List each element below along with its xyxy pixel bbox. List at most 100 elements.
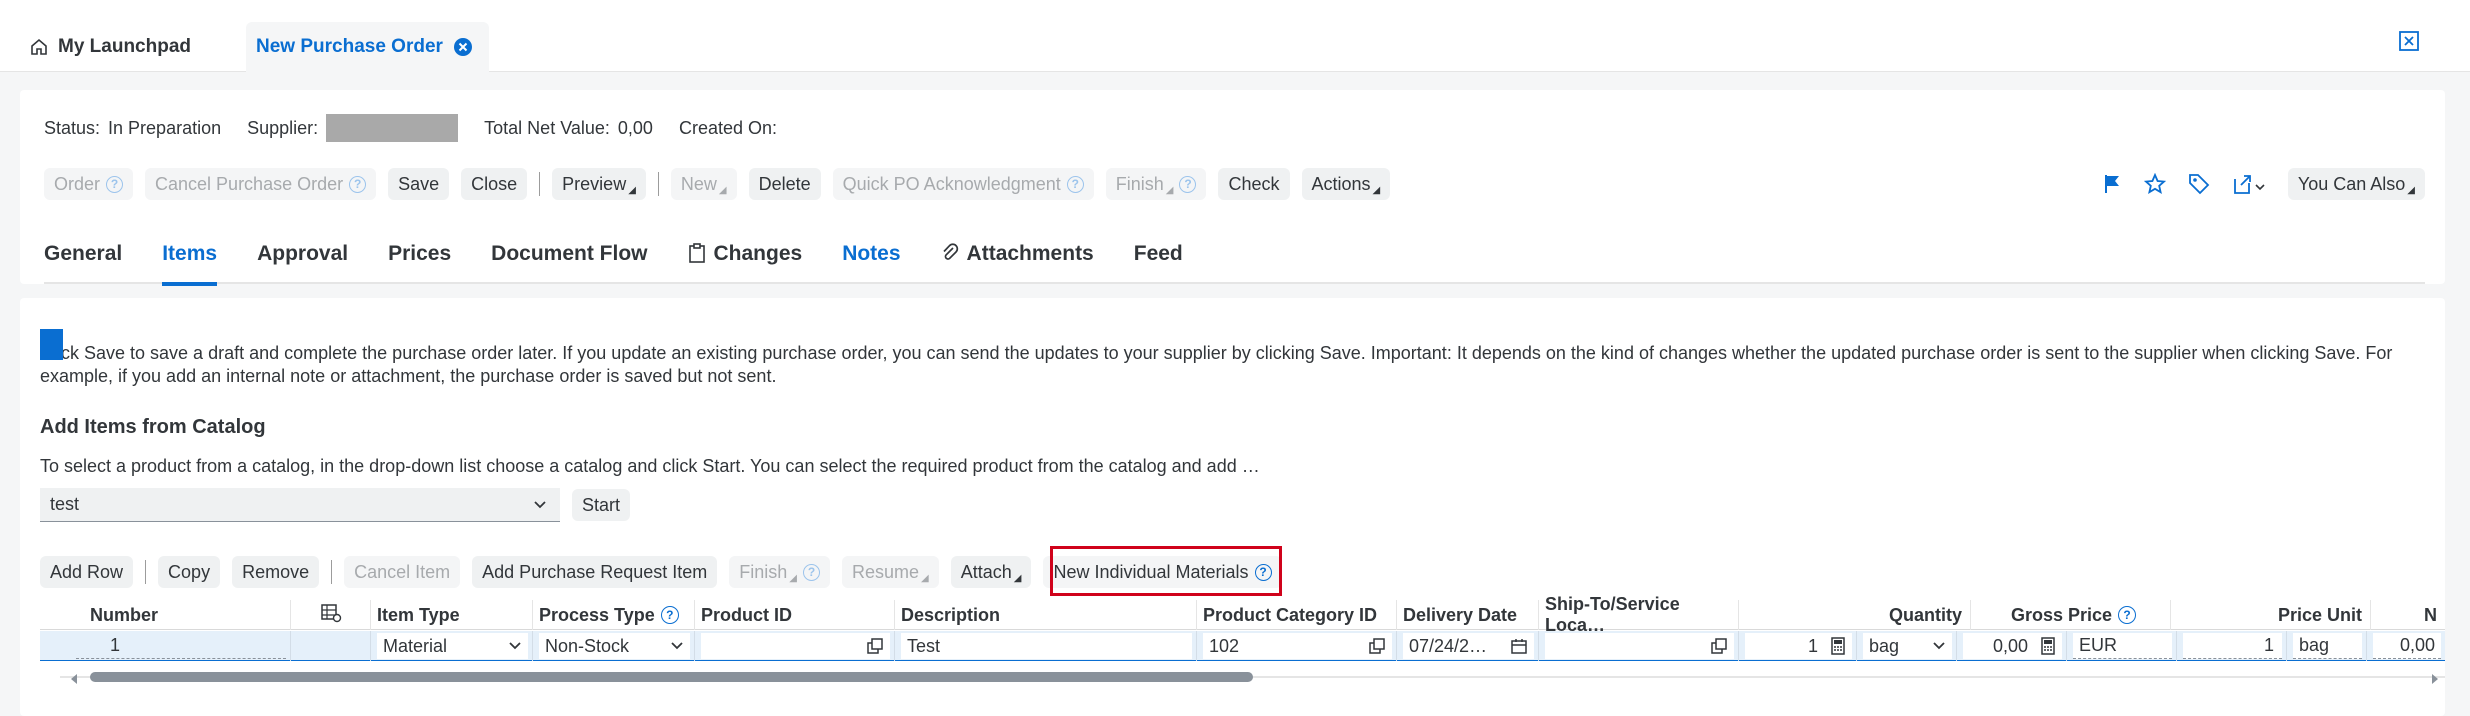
col-price-unit[interactable]: Price Unit (2170, 600, 2370, 630)
horizontal-scrollbar[interactable] (60, 670, 2445, 684)
share-icon[interactable] (2232, 173, 2266, 195)
table-row[interactable]: 1 Material Non-Stock Test 102 07/24/2… 1… (40, 631, 2445, 661)
items-finish-label: Finish (739, 561, 788, 582)
item-type-select[interactable]: Material (377, 633, 528, 659)
tab-changes[interactable]: Changes (688, 230, 802, 284)
tab-prices[interactable]: Prices (388, 230, 451, 284)
highlight-box (1050, 546, 1282, 596)
cell-description[interactable]: Test (894, 631, 1196, 661)
cell-product-category[interactable]: 102 (1196, 631, 1396, 661)
cancel-item-button[interactable]: Cancel Item (344, 556, 461, 588)
tag-icon[interactable] (2188, 173, 2210, 195)
save-button[interactable]: Save (388, 168, 450, 200)
product-id-input[interactable] (701, 633, 890, 659)
quick-po-ack-button[interactable]: Quick PO Acknowledgment? (832, 168, 1094, 200)
calculator-icon[interactable] (2040, 637, 2056, 660)
copy-button[interactable]: Copy (158, 556, 221, 588)
check-button[interactable]: Check (1218, 168, 1290, 200)
items-finish-button[interactable]: Finish ◢? (729, 556, 830, 588)
delivery-date-input[interactable]: 07/24/2… (1403, 633, 1534, 659)
scroll-thumb[interactable] (90, 672, 1253, 682)
col-next[interactable]: N (2370, 600, 2445, 630)
cell-unit[interactable]: bag (1856, 631, 1956, 661)
unit-select[interactable]: bag (1863, 633, 1952, 659)
tab-attachments-label: Attachments (966, 242, 1094, 265)
order-button[interactable]: Order? (44, 168, 134, 200)
col-item-type[interactable]: Item Type (370, 600, 532, 630)
quantity-input[interactable]: 1 (1745, 633, 1852, 659)
attach-button[interactable]: Attach ◢ (950, 556, 1032, 588)
cell-currency[interactable]: EUR (2066, 631, 2176, 661)
cell-number[interactable]: 1 (70, 631, 290, 661)
tab-attachments[interactable]: Attachments (941, 230, 1094, 284)
col-product-id[interactable]: Product ID (694, 600, 894, 630)
row-selector[interactable] (40, 329, 63, 360)
cancel-purchase-order-button[interactable]: Cancel Purchase Order? (145, 168, 377, 200)
new-label: New (680, 173, 717, 194)
value-help-icon[interactable] (1710, 637, 1728, 660)
cell-price-unit[interactable]: 1 (2176, 631, 2286, 661)
tab-my-launchpad[interactable]: My Launchpad (20, 22, 201, 72)
cell-process-type[interactable]: Non-Stock (532, 631, 694, 661)
cell-gross-price[interactable]: 0,00 (1956, 631, 2066, 661)
description-input[interactable]: Test (901, 633, 1192, 659)
star-icon[interactable] (2143, 173, 2166, 195)
col-quantity[interactable]: Quantity (1738, 600, 1970, 630)
table-settings-icon[interactable] (320, 603, 342, 628)
remove-button[interactable]: Remove (232, 556, 320, 588)
cell-net[interactable]: 0,00 (2366, 631, 2445, 661)
price-unit-input[interactable]: 1 (2183, 633, 2282, 659)
start-button[interactable]: Start (572, 489, 631, 521)
resume-button[interactable]: Resume ◢ (842, 556, 939, 588)
cell-quantity[interactable]: 1 (1738, 631, 1856, 661)
tab-general[interactable]: General (44, 230, 122, 284)
tab-notes[interactable]: Notes (842, 230, 900, 284)
actions-button[interactable]: Actions ◢ (1301, 168, 1391, 200)
add-purchase-request-item-button[interactable]: Add Purchase Request Item (472, 556, 718, 588)
close-circle-icon[interactable] (453, 37, 473, 57)
col-number[interactable]: Number (70, 600, 290, 630)
scroll-right-icon[interactable] (2429, 670, 2441, 691)
close-button[interactable]: Close (461, 168, 528, 200)
tab-feed[interactable]: Feed (1134, 230, 1183, 284)
col-settings[interactable] (290, 600, 370, 630)
col-product-category[interactable]: Product Category ID (1196, 600, 1396, 630)
tab-new-purchase-order[interactable]: New Purchase Order (246, 22, 489, 72)
col-gross-price[interactable]: Gross Price ? (1970, 600, 2170, 630)
cell-delivery-date[interactable]: 07/24/2… (1396, 631, 1538, 661)
value-help-icon[interactable] (1368, 637, 1386, 660)
cell-product-id[interactable] (694, 631, 894, 661)
value-help-icon[interactable] (866, 637, 884, 660)
process-type-select[interactable]: Non-Stock (539, 633, 690, 659)
gross-price-input[interactable]: 0,00 (1963, 633, 2062, 659)
preview-button[interactable]: Preview ◢ (552, 168, 646, 200)
cell-ship-to[interactable] (1538, 631, 1738, 661)
ship-to-input[interactable] (1545, 633, 1734, 659)
cell-price-unit-uom[interactable]: bag (2286, 631, 2366, 661)
col-delivery-date[interactable]: Delivery Date (1396, 600, 1538, 630)
col-process-type[interactable]: Process Type ? (532, 600, 694, 630)
flag-icon[interactable] (2102, 173, 2122, 195)
add-row-button[interactable]: Add Row (40, 556, 134, 588)
price-unit-uom-input[interactable]: bag (2293, 633, 2362, 659)
cell-item-type[interactable]: Material (370, 631, 532, 661)
help-icon[interactable]: ? (2118, 606, 2137, 624)
calculator-icon[interactable] (1830, 637, 1846, 660)
col-ship-to[interactable]: Ship-To/Service Loca… (1538, 594, 1738, 635)
tab-items[interactable]: Items (162, 230, 217, 286)
product-category-input[interactable]: 102 (1203, 633, 1392, 659)
col-description[interactable]: Description (894, 600, 1196, 630)
help-icon[interactable]: ? (660, 606, 679, 624)
catalog-select[interactable]: test (40, 488, 560, 522)
currency-input[interactable]: EUR (2073, 633, 2172, 659)
close-window-icon[interactable] (2398, 30, 2420, 57)
new-button[interactable]: New ◢ (670, 168, 737, 200)
tab-document-flow[interactable]: Document Flow (491, 230, 647, 284)
tab-approval[interactable]: Approval (257, 230, 348, 284)
delete-button[interactable]: Delete (748, 168, 821, 200)
you-can-also-button[interactable]: You Can Also ◢ (2287, 168, 2425, 200)
scroll-left-icon[interactable] (68, 670, 80, 691)
calendar-icon[interactable] (1510, 637, 1528, 660)
finish-button[interactable]: Finish ◢? (1105, 168, 1207, 200)
actions-label: Actions (1311, 173, 1371, 194)
